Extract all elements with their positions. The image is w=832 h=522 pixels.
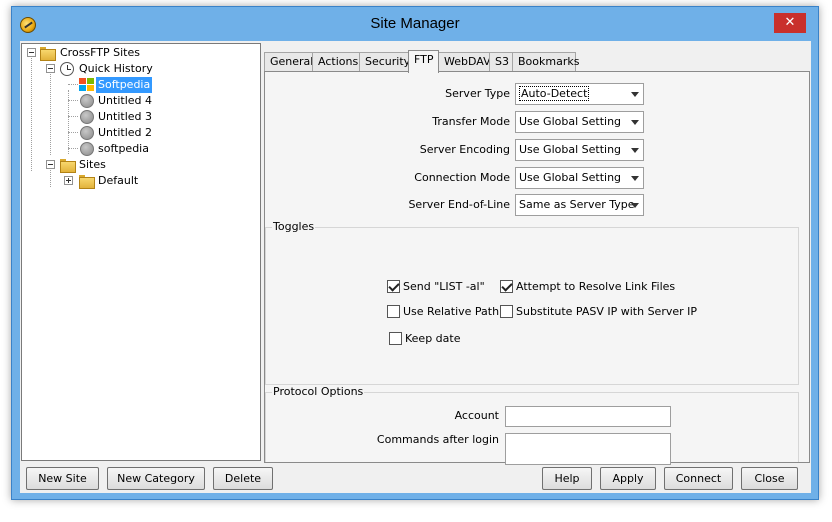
tab-general[interactable]: General	[264, 52, 313, 72]
tab-actions[interactable]: Actions	[312, 52, 360, 72]
new-category-button[interactable]: New Category	[107, 467, 205, 490]
protocol-options-group: Protocol Options Account Commands after …	[265, 385, 799, 465]
toggles-group: Toggles Send "LIST -al" Attempt to Resol…	[265, 220, 799, 385]
checkbox-unchecked-icon	[500, 305, 513, 318]
chevron-down-icon	[626, 195, 643, 215]
server-eol-select[interactable]: Same as Server Type	[515, 194, 644, 216]
clock-icon	[60, 62, 74, 76]
send-list-checkbox[interactable]: Send "LIST -al"	[387, 279, 502, 295]
substitute-pasv-label: Substitute PASV IP with Server IP	[516, 305, 698, 318]
site-icon	[80, 126, 94, 140]
server-encoding-label: Server Encoding	[419, 143, 510, 156]
window-title: Site Manager	[370, 15, 460, 32]
connection-mode-select[interactable]: Use Global Setting	[515, 167, 644, 189]
tree-node-label: Sites	[79, 158, 106, 171]
close-button[interactable]: Close	[741, 467, 798, 490]
connection-mode-value: Use Global Setting	[519, 171, 622, 184]
server-eol-value: Same as Server Type	[519, 198, 635, 211]
commands-after-login-label: Commands after login	[376, 433, 499, 446]
toggles-group-title: Toggles	[272, 220, 316, 234]
relative-path-label: Use Relative Path	[403, 305, 500, 318]
windows-site-icon	[79, 78, 94, 92]
site-icon	[80, 110, 94, 124]
server-encoding-select[interactable]: Use Global Setting	[515, 139, 644, 161]
ftp-settings-panel: Server Type Auto-Detect Transfer Mode Us…	[264, 71, 810, 465]
server-eol-label: Server End-of-Line	[408, 198, 510, 211]
tree-node-label: softpedia	[98, 142, 149, 155]
apply-button[interactable]: Apply	[600, 467, 656, 490]
window-close-button[interactable]: ✕	[774, 13, 806, 33]
expand-icon[interactable]	[64, 176, 73, 185]
chevron-down-icon	[626, 168, 643, 188]
tree-node-untitled-2[interactable]: Untitled 2	[22, 125, 260, 141]
protocol-options-title: Protocol Options	[272, 385, 365, 399]
tree-node-label: Quick History	[79, 62, 153, 75]
checkbox-unchecked-icon	[387, 305, 400, 318]
checkbox-unchecked-icon	[389, 332, 402, 345]
tree-node-label: Softpedia	[96, 77, 153, 93]
commands-after-login-textarea[interactable]	[505, 433, 671, 465]
connect-button[interactable]: Connect	[664, 467, 733, 490]
tree-node-sites[interactable]: Sites	[22, 157, 260, 173]
keep-date-label: Keep date	[405, 332, 461, 345]
tree-node-softpedia[interactable]: Softpedia	[22, 77, 260, 93]
site-tree[interactable]: CrossFTP Sites Quick History Softpedia U…	[21, 43, 261, 461]
collapse-icon[interactable]	[46, 64, 55, 73]
chevron-down-icon	[626, 112, 643, 132]
server-type-label: Server Type	[445, 87, 510, 100]
site-manager-window: Site Manager ✕ CrossFTP Sites Quick Hist…	[11, 6, 819, 500]
transfer-mode-select[interactable]: Use Global Setting	[515, 111, 644, 133]
chevron-down-icon	[626, 140, 643, 160]
resolve-links-label: Attempt to Resolve Link Files	[516, 280, 676, 293]
tree-node-crossftp-sites[interactable]: CrossFTP Sites	[22, 45, 260, 61]
server-encoding-value: Use Global Setting	[519, 143, 622, 156]
tab-bookmarks[interactable]: Bookmarks	[512, 52, 579, 72]
help-button[interactable]: Help	[542, 467, 592, 490]
folder-icon	[79, 174, 95, 189]
connection-mode-label: Connection Mode	[414, 171, 510, 184]
collapse-icon[interactable]	[46, 160, 55, 169]
keep-date-checkbox[interactable]: Keep date	[389, 331, 479, 347]
chevron-down-icon	[626, 84, 643, 104]
transfer-mode-value: Use Global Setting	[519, 115, 622, 128]
tree-node-quick-history[interactable]: Quick History	[22, 61, 260, 77]
checkbox-checked-icon	[500, 280, 513, 293]
tree-node-label: Untitled 4	[98, 94, 153, 107]
account-label: Account	[454, 409, 499, 422]
substitute-pasv-checkbox[interactable]: Substitute PASV IP with Server IP	[500, 304, 700, 320]
tree-node-default[interactable]: Default	[22, 173, 260, 189]
folder-icon	[40, 46, 56, 61]
resolve-links-checkbox[interactable]: Attempt to Resolve Link Files	[500, 279, 675, 295]
tree-node-label: Default	[98, 174, 139, 187]
checkbox-checked-icon	[387, 280, 400, 293]
title-bar[interactable]: Site Manager ✕	[12, 7, 818, 41]
delete-button[interactable]: Delete	[213, 467, 273, 490]
tab-security[interactable]: Security	[359, 52, 410, 72]
server-type-value: Auto-Detect	[519, 86, 590, 101]
site-icon	[80, 94, 94, 108]
tab-webdav[interactable]: WebDAV	[438, 52, 491, 72]
transfer-mode-label: Transfer Mode	[432, 115, 510, 128]
account-input[interactable]	[505, 406, 671, 427]
site-icon	[80, 142, 94, 156]
server-type-select[interactable]: Auto-Detect	[515, 83, 644, 105]
new-site-button[interactable]: New Site	[26, 467, 99, 490]
collapse-icon[interactable]	[27, 48, 36, 57]
tree-node-label: Untitled 2	[98, 126, 153, 139]
client-area: CrossFTP Sites Quick History Softpedia U…	[20, 41, 811, 493]
tree-node-label: Untitled 3	[98, 110, 153, 123]
folder-icon	[60, 158, 76, 173]
tab-ftp[interactable]: FTP	[408, 50, 439, 73]
send-list-label: Send "LIST -al"	[403, 280, 485, 293]
tree-node-untitled-3[interactable]: Untitled 3	[22, 109, 260, 125]
tab-s3[interactable]: S3	[489, 52, 513, 72]
relative-path-checkbox[interactable]: Use Relative Path	[387, 304, 502, 320]
tree-node-label: CrossFTP Sites	[60, 46, 140, 59]
tree-node-untitled-4[interactable]: Untitled 4	[22, 93, 260, 109]
tree-node-softpedia-2[interactable]: softpedia	[22, 141, 260, 157]
